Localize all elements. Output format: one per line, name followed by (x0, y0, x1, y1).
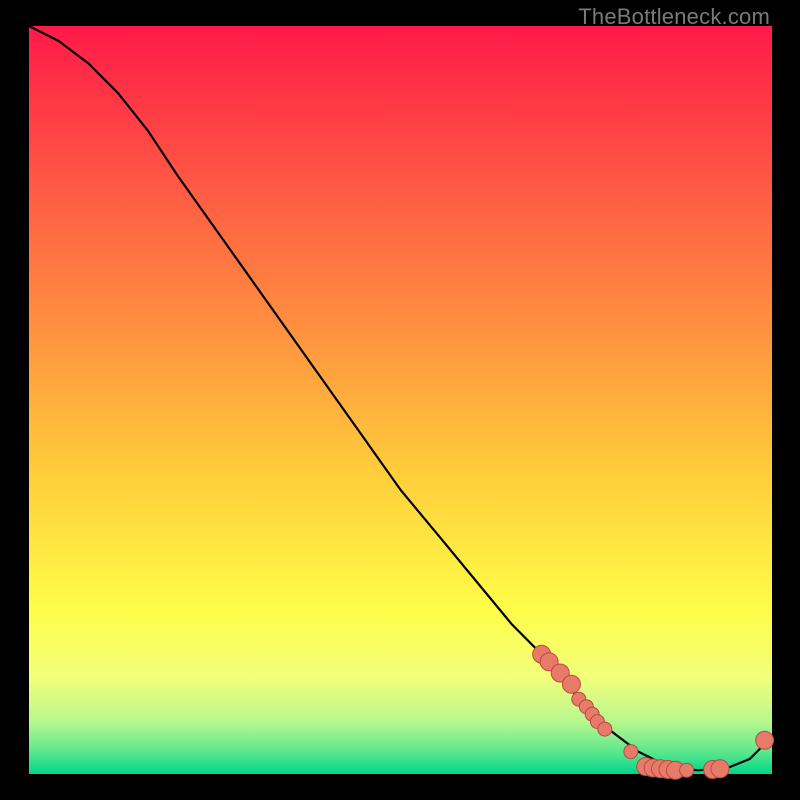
data-marker (562, 675, 580, 693)
data-marker (598, 722, 612, 736)
curve-layer (29, 26, 772, 774)
data-marker (711, 760, 729, 778)
data-marker (756, 731, 774, 749)
main-curve (29, 26, 772, 770)
gradient-plot-area (29, 26, 772, 774)
chart-stage: TheBottleneck.com (0, 0, 800, 800)
data-marker (624, 745, 638, 759)
data-marker (680, 763, 694, 777)
marker-layer (533, 645, 774, 779)
